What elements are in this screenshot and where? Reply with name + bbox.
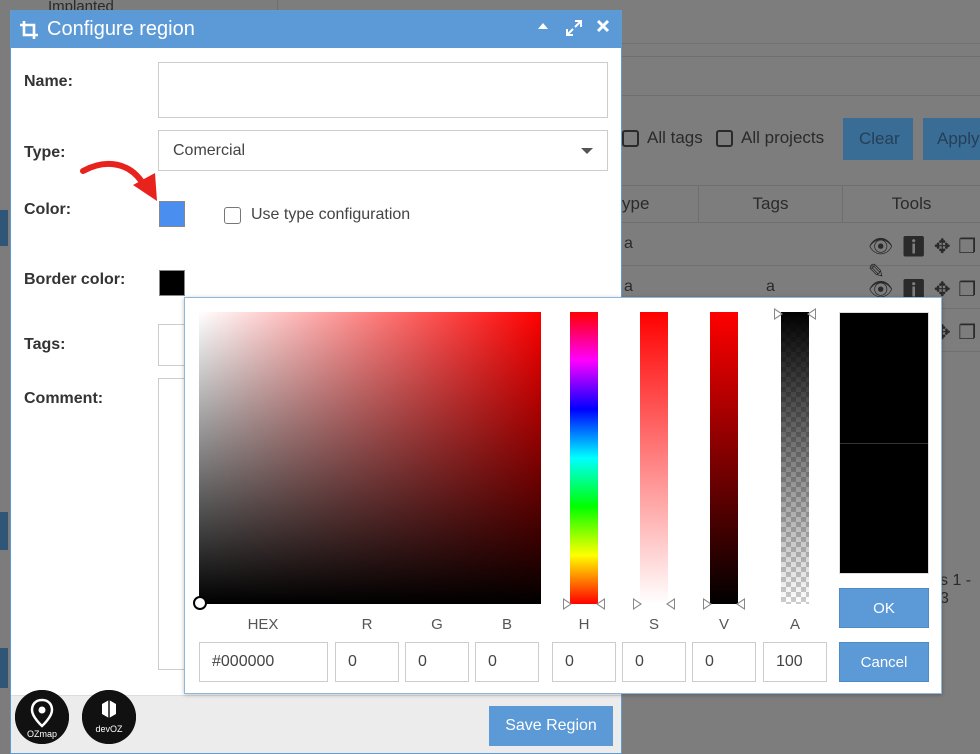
v-label: V <box>718 616 729 633</box>
hue-slider[interactable] <box>570 312 598 604</box>
all-projects-checkbox[interactable] <box>716 129 733 147</box>
dialog-titlebar[interactable]: Configure region <box>11 11 621 48</box>
devoz-logo: devOZ <box>82 690 136 744</box>
chevron-down-icon <box>581 148 593 154</box>
sidebar-accent <box>0 648 8 688</box>
color-picker-popup: OK Cancel HEX R G B H S V A <box>184 297 942 694</box>
type-select[interactable]: Comercial <box>158 130 608 171</box>
hue-handle-right[interactable] <box>596 598 605 610</box>
ozmap-logo-text: OZmap <box>27 729 57 739</box>
name-label: Name: <box>24 73 73 90</box>
a-label: A <box>789 616 800 633</box>
v-input[interactable] <box>692 642 756 682</box>
all-projects-filter[interactable]: All projects <box>716 128 824 148</box>
saturation-handle-right[interactable] <box>666 598 675 610</box>
collapse-icon[interactable] <box>535 19 551 35</box>
ok-button[interactable]: OK <box>839 588 929 628</box>
type-select-value: Comercial <box>173 141 246 159</box>
row-type: a <box>624 235 633 252</box>
ozmap-logo: OZmap <box>15 690 69 744</box>
all-tags-label: All tags <box>647 128 703 147</box>
row-type: a <box>624 278 633 295</box>
column-header-type[interactable]: ype <box>622 185 698 223</box>
apply-button[interactable]: Apply <box>923 118 980 160</box>
color-label: Color: <box>24 201 72 218</box>
saturation-slider[interactable] <box>640 312 668 604</box>
h-input[interactable] <box>552 642 616 682</box>
s-input[interactable] <box>622 642 686 682</box>
name-input[interactable] <box>158 62 608 118</box>
border-color-swatch[interactable] <box>159 270 185 296</box>
hue-handle-left[interactable] <box>563 598 572 610</box>
color-preview <box>839 312 929 574</box>
value-handle-right[interactable] <box>736 598 745 610</box>
hex-input[interactable] <box>199 642 328 682</box>
tags-label: Tags: <box>24 336 66 353</box>
g-input[interactable] <box>405 642 469 682</box>
hex-label: HEX <box>247 616 279 633</box>
clear-button[interactable]: Clear <box>843 118 913 160</box>
value-slider[interactable] <box>710 312 738 604</box>
sidebar-accent <box>0 512 8 550</box>
alpha-handle-left[interactable] <box>774 308 783 320</box>
r-input[interactable] <box>335 642 399 682</box>
saturation-value-area[interactable] <box>199 312 541 604</box>
sidebar-accent <box>0 210 8 246</box>
checkbox-box[interactable] <box>224 206 241 224</box>
cancel-button[interactable]: Cancel <box>839 642 929 682</box>
h-label: H <box>578 616 590 633</box>
s-label: S <box>648 616 659 633</box>
preview-divider <box>840 443 928 444</box>
use-type-configuration-checkbox[interactable]: Use type configuration <box>224 206 410 224</box>
use-type-configuration-label: Use type configuration <box>251 206 411 223</box>
pagination-info: s 1 - 3 <box>940 572 972 607</box>
row-tags: a <box>766 278 775 295</box>
devoz-logo-text: devOZ <box>95 724 123 734</box>
comment-label: Comment: <box>24 390 104 407</box>
value-handle-left[interactable] <box>703 598 712 610</box>
saturation-handle-left[interactable] <box>633 598 642 610</box>
g-label: G <box>431 616 443 633</box>
alpha-handle-right[interactable] <box>807 308 816 320</box>
r-label: R <box>361 616 373 633</box>
a-input[interactable] <box>763 642 827 682</box>
color-swatch[interactable] <box>159 201 185 227</box>
b-label: B <box>501 616 512 633</box>
column-header-tags[interactable]: Tags <box>698 185 842 223</box>
crop-icon <box>19 20 39 40</box>
dialog-title: Configure region <box>47 18 195 40</box>
saturation-value-handle[interactable] <box>193 596 207 610</box>
alpha-slider[interactable] <box>781 312 809 604</box>
border-color-label: Border color: <box>24 271 126 288</box>
type-label: Type: <box>24 144 66 161</box>
all-projects-label: All projects <box>741 128 825 147</box>
expand-icon[interactable] <box>565 19 582 36</box>
all-tags-filter[interactable]: All tags <box>622 128 703 148</box>
table-row[interactable]: a 👁 ℹ ✥ ❐ ✎ <box>622 225 980 283</box>
all-tags-checkbox[interactable] <box>622 129 639 147</box>
close-icon[interactable] <box>595 19 611 35</box>
save-region-button[interactable]: Save Region <box>489 706 613 746</box>
b-input[interactable] <box>475 642 539 682</box>
red-arrow-annotation <box>80 161 157 201</box>
dialog-footer: OZmap devOZ Save Region <box>11 690 621 753</box>
column-header-tools: Tools <box>842 185 980 223</box>
